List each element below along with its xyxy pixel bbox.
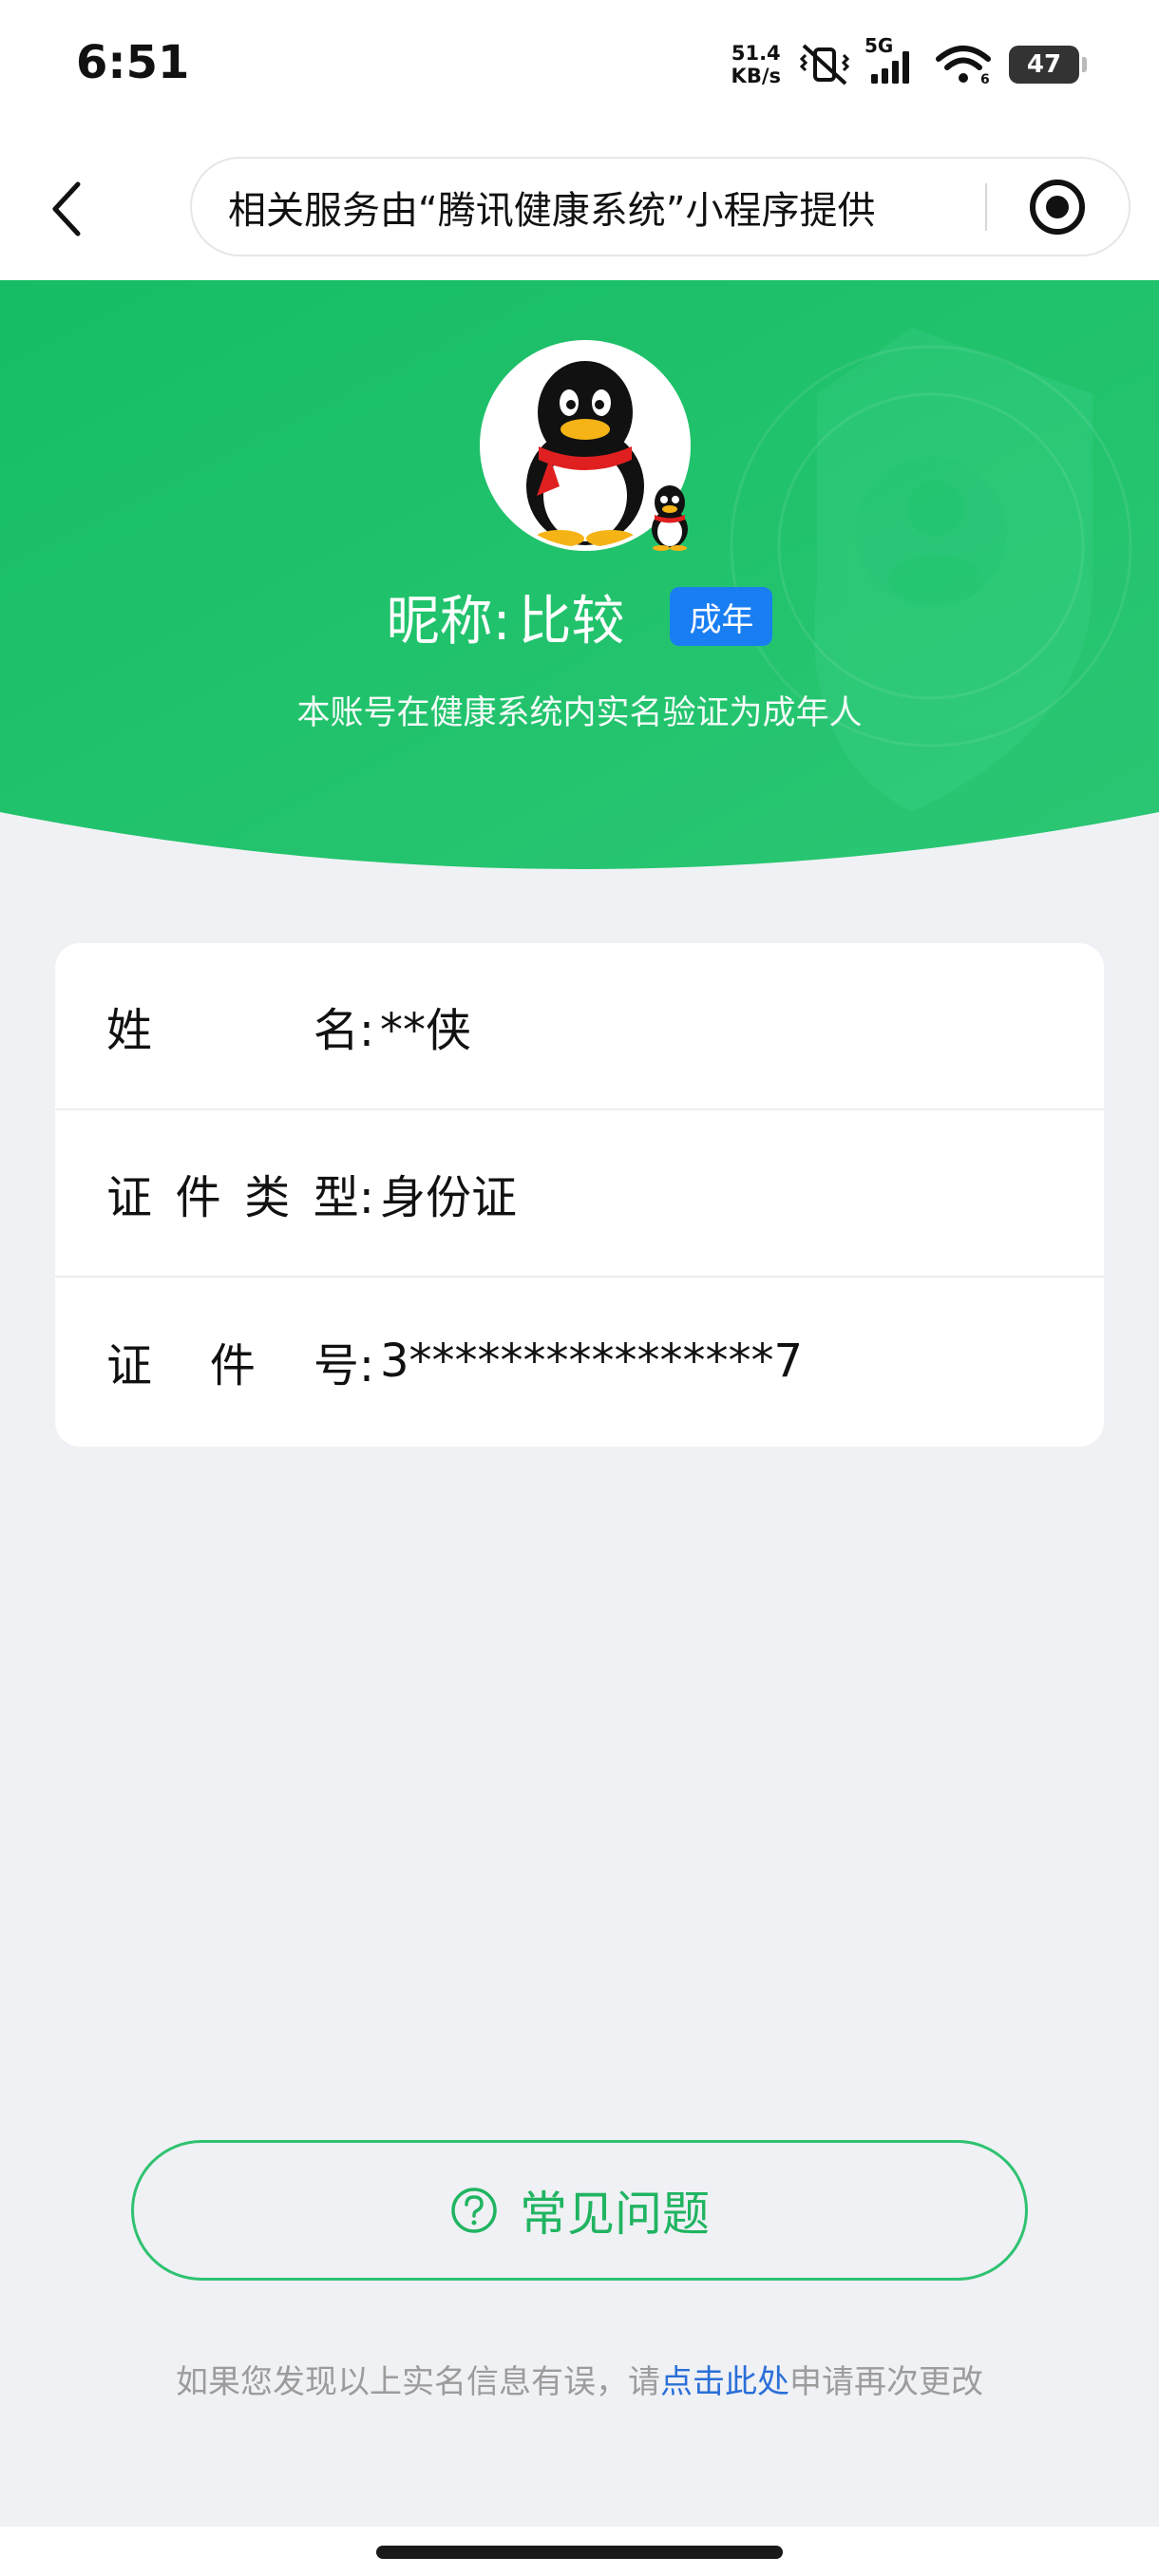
label-char: 证 bbox=[106, 1339, 153, 1392]
status-icons: 51.4 KB/s 5G 6 47 bbox=[732, 34, 1087, 91]
chevron-left-icon bbox=[52, 181, 81, 237]
wifi-icon: 6 bbox=[936, 46, 991, 85]
nickname-value: 比较 bbox=[518, 590, 625, 653]
mini-program-capsule: 相关服务由“腾讯健康系统”小程序提供 bbox=[190, 157, 1130, 256]
adult-badge: 成年 bbox=[670, 587, 773, 646]
qq-badge-icon bbox=[652, 485, 688, 551]
page: 6:51 51.4 KB/s 5G 6 47 相关服务由“腾讯健康系统”小程序提… bbox=[0, 0, 1159, 2576]
back-button[interactable] bbox=[38, 171, 95, 247]
identity-info-card: 姓 名: **侠 证 件 类 型: 身份证 证 件 号: 3**********… bbox=[55, 943, 1104, 1447]
correction-link[interactable]: 点击此处 bbox=[660, 2363, 789, 2401]
info-label-name: 姓 名: bbox=[106, 993, 380, 1059]
label-char: 证 bbox=[106, 1171, 153, 1224]
question-circle-icon bbox=[451, 2188, 497, 2233]
status-time: 6:51 bbox=[76, 36, 190, 89]
faq-button[interactable]: 常见问题 bbox=[131, 2140, 1028, 2281]
service-provider-text: 相关服务由“腾讯健康系统”小程序提供 bbox=[228, 188, 876, 233]
label-char: 号: bbox=[313, 1339, 374, 1392]
label-char: 类 bbox=[244, 1171, 291, 1224]
info-row-id-type: 证 件 类 型: 身份证 bbox=[55, 1110, 1104, 1278]
label-char: 型: bbox=[313, 1171, 374, 1224]
network-speed: 51.4 KB/s bbox=[732, 42, 781, 87]
battery-icon: 47 bbox=[1009, 46, 1087, 84]
correction-note: 如果您发现以上实名信息有误，请点击此处申请再次更改 bbox=[0, 2356, 1159, 2402]
info-value-id-number: 3****************7 bbox=[380, 1335, 804, 1388]
info-label-id-type: 证 件 类 型: bbox=[106, 1160, 380, 1226]
nickname-label: 昵称: bbox=[386, 590, 511, 653]
correction-note-suffix: 申请再次更改 bbox=[789, 2363, 983, 2401]
faq-label: 常见问题 bbox=[520, 2187, 710, 2242]
label-char: 件 bbox=[209, 1339, 256, 1392]
nav-bar: 相关服务由“腾讯健康系统”小程序提供 bbox=[0, 133, 1159, 280]
mute-vibrate-icon bbox=[799, 44, 850, 85]
info-row-name: 姓 名: **侠 bbox=[55, 943, 1104, 1110]
info-value-name: **侠 bbox=[380, 1004, 472, 1057]
network-speed-value: 51.4 bbox=[731, 42, 781, 65]
target-icon bbox=[1030, 179, 1086, 235]
network-type: 5G bbox=[864, 34, 894, 57]
battery-level: 47 bbox=[1026, 50, 1062, 79]
cellular-signal: 5G bbox=[864, 34, 918, 85]
label-char: 名: bbox=[313, 1004, 374, 1057]
info-value-id-type: 身份证 bbox=[380, 1171, 518, 1224]
verification-text: 本账号在健康系统内实名验证为成年人 bbox=[296, 694, 863, 732]
label-char: 姓 bbox=[106, 1004, 153, 1057]
label-char: 件 bbox=[175, 1171, 221, 1224]
nickname-row: 昵称: 比较 成年 bbox=[0, 574, 1159, 659]
info-row-id-number: 证 件 号: 3****************7 bbox=[55, 1278, 1104, 1445]
home-indicator[interactable] bbox=[376, 2546, 783, 2559]
close-mini-program-button[interactable] bbox=[987, 157, 1129, 256]
svg-text:6: 6 bbox=[980, 72, 990, 85]
status-bar: 6:51 51.4 KB/s 5G 6 47 bbox=[0, 0, 1159, 133]
network-speed-unit: KB/s bbox=[731, 65, 781, 87]
info-label-id-number: 证 件 号: bbox=[106, 1328, 380, 1394]
correction-note-prefix: 如果您发现以上实名信息有误，请 bbox=[176, 2363, 660, 2401]
